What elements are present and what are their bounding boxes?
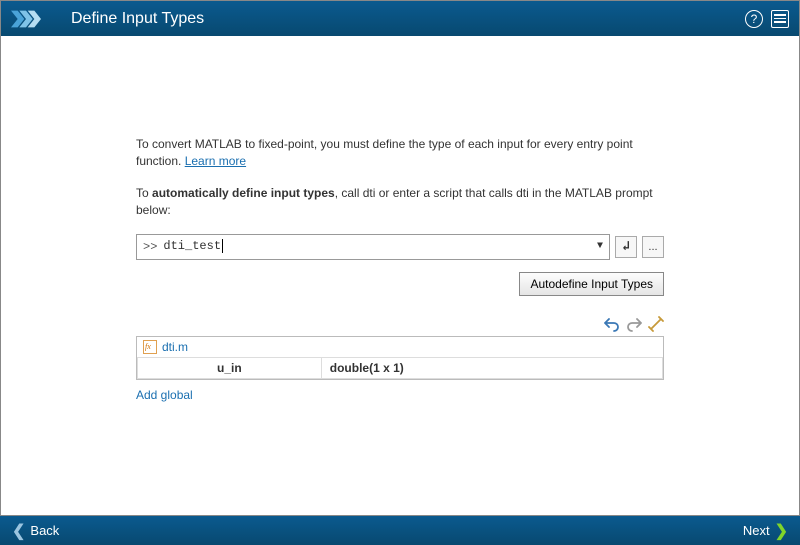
header-bar: Define Input Types ? bbox=[1, 1, 799, 36]
var-type-cell: double(1 x 1) bbox=[321, 357, 662, 378]
intro-text: To convert MATLAB to fixed-point, you mu… bbox=[136, 136, 664, 171]
help-icon[interactable]: ? bbox=[745, 10, 763, 28]
auto-pre: To bbox=[136, 186, 152, 200]
arrow-left-icon: ❮ bbox=[12, 521, 25, 541]
undo-icon[interactable] bbox=[604, 316, 620, 332]
arrow-right-icon: ❯ bbox=[775, 521, 788, 541]
redo-icon[interactable] bbox=[626, 316, 642, 332]
wizard-chevrons-icon bbox=[11, 10, 61, 28]
var-name-cell: u_in bbox=[138, 357, 322, 378]
browse-button[interactable]: ... bbox=[642, 236, 664, 258]
page-title: Define Input Types bbox=[71, 10, 745, 28]
type-toolbar bbox=[136, 316, 664, 332]
back-button[interactable]: ❮ Back bbox=[12, 521, 59, 541]
run-button[interactable]: ↲ bbox=[615, 236, 637, 258]
dropdown-icon[interactable]: ▼ bbox=[597, 241, 603, 252]
file-name-link[interactable]: dti.m bbox=[162, 340, 188, 354]
command-input[interactable]: >> dti_test ▼ bbox=[136, 234, 610, 260]
prompt-text: dti_test bbox=[163, 239, 591, 253]
prompt-row: >> dti_test ▼ ↲ ... bbox=[136, 234, 664, 260]
prompt-value: dti_test bbox=[163, 240, 221, 254]
file-types-box: dti.m u_in double(1 x 1) bbox=[136, 336, 664, 380]
autodefine-button[interactable]: Autodefine Input Types bbox=[519, 272, 664, 296]
main-content: To convert MATLAB to fixed-point, you mu… bbox=[1, 36, 799, 402]
next-label: Next bbox=[743, 523, 770, 538]
function-file-icon bbox=[143, 340, 157, 354]
table-row[interactable]: u_in double(1 x 1) bbox=[138, 357, 663, 378]
back-label: Back bbox=[30, 523, 59, 538]
learn-more-link[interactable]: Learn more bbox=[185, 154, 246, 168]
prompt-prefix: >> bbox=[143, 240, 157, 254]
text-cursor bbox=[222, 239, 223, 253]
file-header: dti.m bbox=[137, 337, 663, 357]
menu-icon[interactable] bbox=[771, 10, 789, 28]
tools-icon[interactable] bbox=[648, 316, 664, 332]
auto-bold: automatically define input types bbox=[152, 186, 335, 200]
next-button[interactable]: Next ❯ bbox=[743, 521, 788, 541]
types-table: u_in double(1 x 1) bbox=[137, 357, 663, 379]
add-global-link[interactable]: Add global bbox=[136, 388, 193, 402]
auto-instruction: To automatically define input types, cal… bbox=[136, 185, 664, 220]
footer-bar: ❮ Back Next ❯ bbox=[0, 515, 800, 545]
